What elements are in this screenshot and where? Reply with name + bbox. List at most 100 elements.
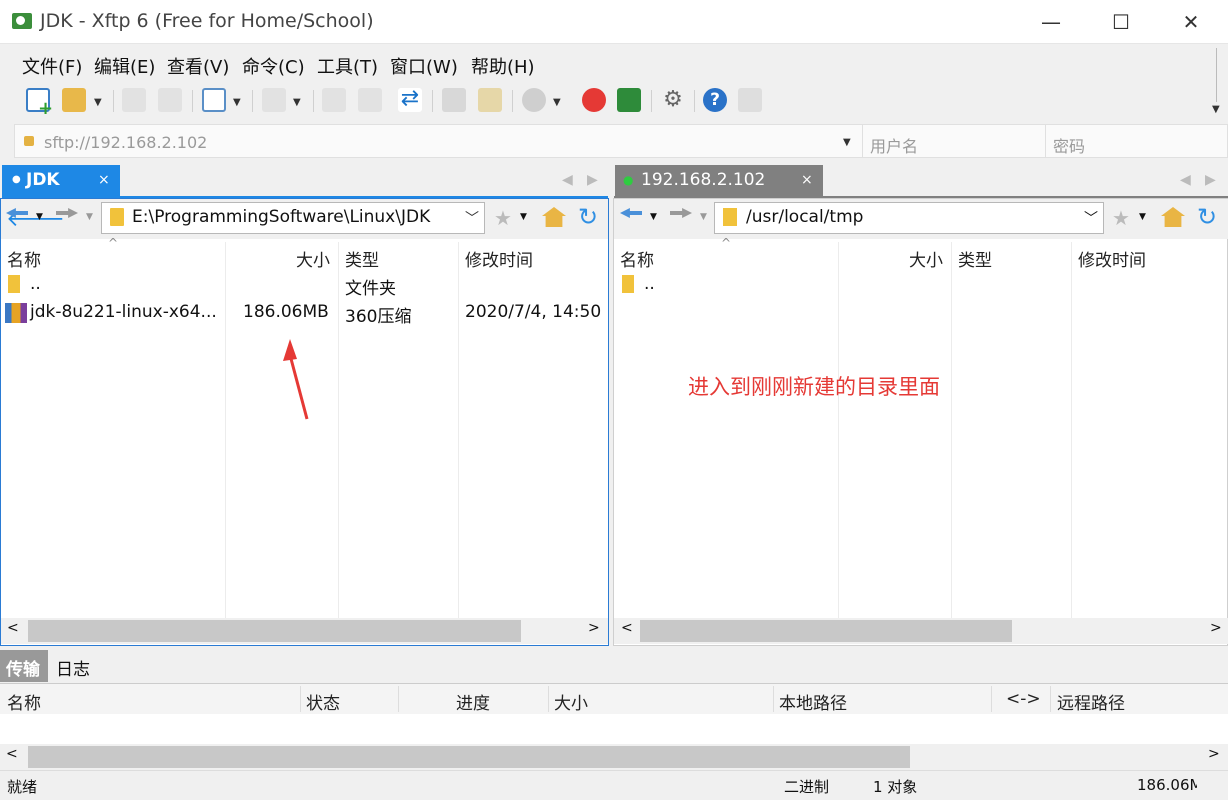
- comment-icon[interactable]: [738, 88, 762, 112]
- toolbar-separator: [432, 90, 433, 112]
- local-path-text[interactable]: E:\ProgrammingSoftware\Linux\JDK: [132, 207, 430, 227]
- favorite-star-icon[interactable]: ★: [494, 206, 512, 230]
- menu-window[interactable]: 窗口(W): [388, 51, 460, 81]
- scrollbar-thumb[interactable]: [28, 620, 521, 642]
- col-header-size[interactable]: 大小: [909, 246, 943, 271]
- transfer-col-remote-path[interactable]: 远程路径: [1057, 689, 1125, 714]
- scroll-right-icon[interactable]: >: [1208, 746, 1220, 762]
- file-name: ..: [30, 274, 41, 294]
- download-icon[interactable]: [358, 88, 382, 112]
- scroll-left-icon[interactable]: <: [7, 620, 19, 636]
- connected-status-dot-icon: ●: [623, 173, 634, 187]
- chevron-down-icon[interactable]: ▼: [94, 97, 102, 108]
- paste-icon[interactable]: [478, 88, 502, 112]
- transfer-horizontal-scrollbar[interactable]: < >: [0, 744, 1228, 770]
- help-icon[interactable]: ?: [703, 88, 727, 112]
- menu-edit[interactable]: 编辑(E): [92, 51, 157, 81]
- address-dropdown-icon[interactable]: ▼: [843, 137, 851, 148]
- menu-command[interactable]: 命令(C): [240, 51, 307, 81]
- scrollbar-thumb[interactable]: [28, 746, 910, 768]
- chevron-down-icon[interactable]: ▼: [233, 97, 241, 108]
- sync-arrows-icon[interactable]: ⇄: [398, 88, 422, 112]
- favorite-star-icon[interactable]: ★: [1112, 206, 1130, 230]
- chevron-down-icon[interactable]: ▼: [1139, 212, 1146, 222]
- col-header-type[interactable]: 类型: [958, 246, 992, 271]
- gear-icon[interactable]: ⚙: [661, 88, 685, 112]
- local-horizontal-scrollbar[interactable]: < >: [1, 618, 608, 644]
- menu-view[interactable]: 查看(V): [165, 51, 231, 81]
- menu-file[interactable]: 文件(F): [20, 51, 84, 81]
- menu-help[interactable]: 帮助(H): [469, 51, 537, 81]
- toolbar-overflow-icon[interactable]: ▼: [1212, 104, 1220, 115]
- col-header-name[interactable]: 名称: [620, 246, 654, 271]
- scroll-left-icon[interactable]: <: [621, 620, 633, 636]
- chevron-down-icon[interactable]: ▼: [520, 212, 527, 222]
- table-row[interactable]: jdk-8u221-linux-x64... 186.06MB 360压缩 20…: [0, 300, 608, 328]
- menu-tools[interactable]: 工具(T): [315, 51, 380, 81]
- properties-icon[interactable]: [202, 88, 226, 112]
- tab-scroll-right-icon[interactable]: ▶: [587, 172, 598, 188]
- tab-label: JDK: [26, 170, 60, 190]
- tab-transfer[interactable]: 传输: [0, 650, 48, 682]
- chevron-down-icon[interactable]: ▼: [553, 97, 561, 108]
- refresh-icon[interactable]: ↻: [1197, 203, 1217, 231]
- chevron-down-icon[interactable]: ﹀: [1084, 208, 1098, 228]
- transfer-col-direction[interactable]: <->: [1006, 689, 1041, 709]
- transfer-col-local-path[interactable]: 本地路径: [779, 689, 847, 714]
- status-transfer-mode[interactable]: 二进制: [784, 776, 829, 797]
- remote-horizontal-scrollbar[interactable]: < >: [614, 618, 1228, 644]
- chevron-down-icon[interactable]: ﹀: [465, 208, 479, 228]
- tab-scroll-right-icon[interactable]: ▶: [1205, 172, 1216, 188]
- password-input[interactable]: 密码: [1053, 133, 1085, 157]
- scroll-right-icon[interactable]: >: [588, 620, 600, 636]
- transfer-list: [0, 714, 1228, 744]
- col-header-size[interactable]: 大小: [296, 246, 330, 271]
- table-row[interactable]: .. 文件夹: [0, 272, 608, 300]
- transfer-col-size[interactable]: 大小: [554, 689, 588, 714]
- chevron-down-icon[interactable]: ▼: [36, 212, 43, 222]
- tab-close-icon[interactable]: ×: [801, 172, 813, 188]
- minimize-button[interactable]: —: [1028, 0, 1074, 44]
- chevron-down-icon[interactable]: ▼: [293, 97, 301, 108]
- tab-close-icon[interactable]: ×: [98, 172, 110, 188]
- tab-log[interactable]: 日志: [56, 655, 90, 680]
- copy-icon[interactable]: [442, 88, 466, 112]
- chevron-down-icon[interactable]: ▼: [700, 212, 707, 222]
- transfer-col-status[interactable]: 状态: [306, 689, 340, 714]
- chevron-down-icon[interactable]: ▼: [86, 212, 93, 222]
- col-header-modified[interactable]: 修改时间: [465, 246, 533, 271]
- disconnect-icon[interactable]: [158, 88, 182, 112]
- tab-scroll-left-icon[interactable]: ◀: [1180, 172, 1191, 188]
- xshell-icon[interactable]: [582, 88, 606, 112]
- tab-remote-server[interactable]: ● 192.168.2.102 ×: [615, 165, 823, 197]
- remote-path-text[interactable]: /usr/local/tmp: [746, 207, 863, 227]
- col-header-name[interactable]: 名称: [7, 246, 41, 271]
- connect-icon[interactable]: [122, 88, 146, 112]
- refresh-icon[interactable]: ↻: [578, 203, 598, 231]
- open-folder-icon[interactable]: [62, 88, 86, 112]
- new-plus-icon: +: [38, 98, 54, 119]
- transfer-col-progress[interactable]: 进度: [456, 689, 490, 714]
- status-ready: 就绪: [7, 778, 38, 796]
- status-bar: [0, 770, 1228, 800]
- tab-scroll-left-icon[interactable]: ◀: [562, 172, 573, 188]
- xftp-icon[interactable]: [617, 88, 641, 112]
- scrollbar-thumb[interactable]: [640, 620, 1012, 642]
- close-button[interactable]: ✕: [1168, 0, 1214, 44]
- transfer-col-name[interactable]: 名称: [7, 689, 41, 714]
- folder-icon: [723, 208, 737, 226]
- col-header-modified[interactable]: 修改时间: [1078, 246, 1146, 271]
- host-address-input[interactable]: sftp://192.168.2.102: [44, 133, 207, 152]
- chevron-down-icon[interactable]: ▼: [650, 212, 657, 222]
- upload-icon[interactable]: [322, 88, 346, 112]
- username-input[interactable]: 用户名: [870, 133, 918, 157]
- maximize-button[interactable]: ☐: [1098, 0, 1144, 44]
- scroll-left-icon[interactable]: <: [6, 746, 18, 762]
- title-bar: JDK - Xftp 6 (Free for Home/School) — ☐ …: [0, 0, 1228, 44]
- col-header-type[interactable]: 类型: [345, 246, 379, 271]
- terminal-icon[interactable]: [262, 88, 286, 112]
- tab-local-jdk[interactable]: ● JDK ×: [2, 165, 120, 197]
- scroll-right-icon[interactable]: >: [1210, 620, 1222, 636]
- table-row[interactable]: ..: [614, 272, 1228, 300]
- stop-icon[interactable]: [522, 88, 546, 112]
